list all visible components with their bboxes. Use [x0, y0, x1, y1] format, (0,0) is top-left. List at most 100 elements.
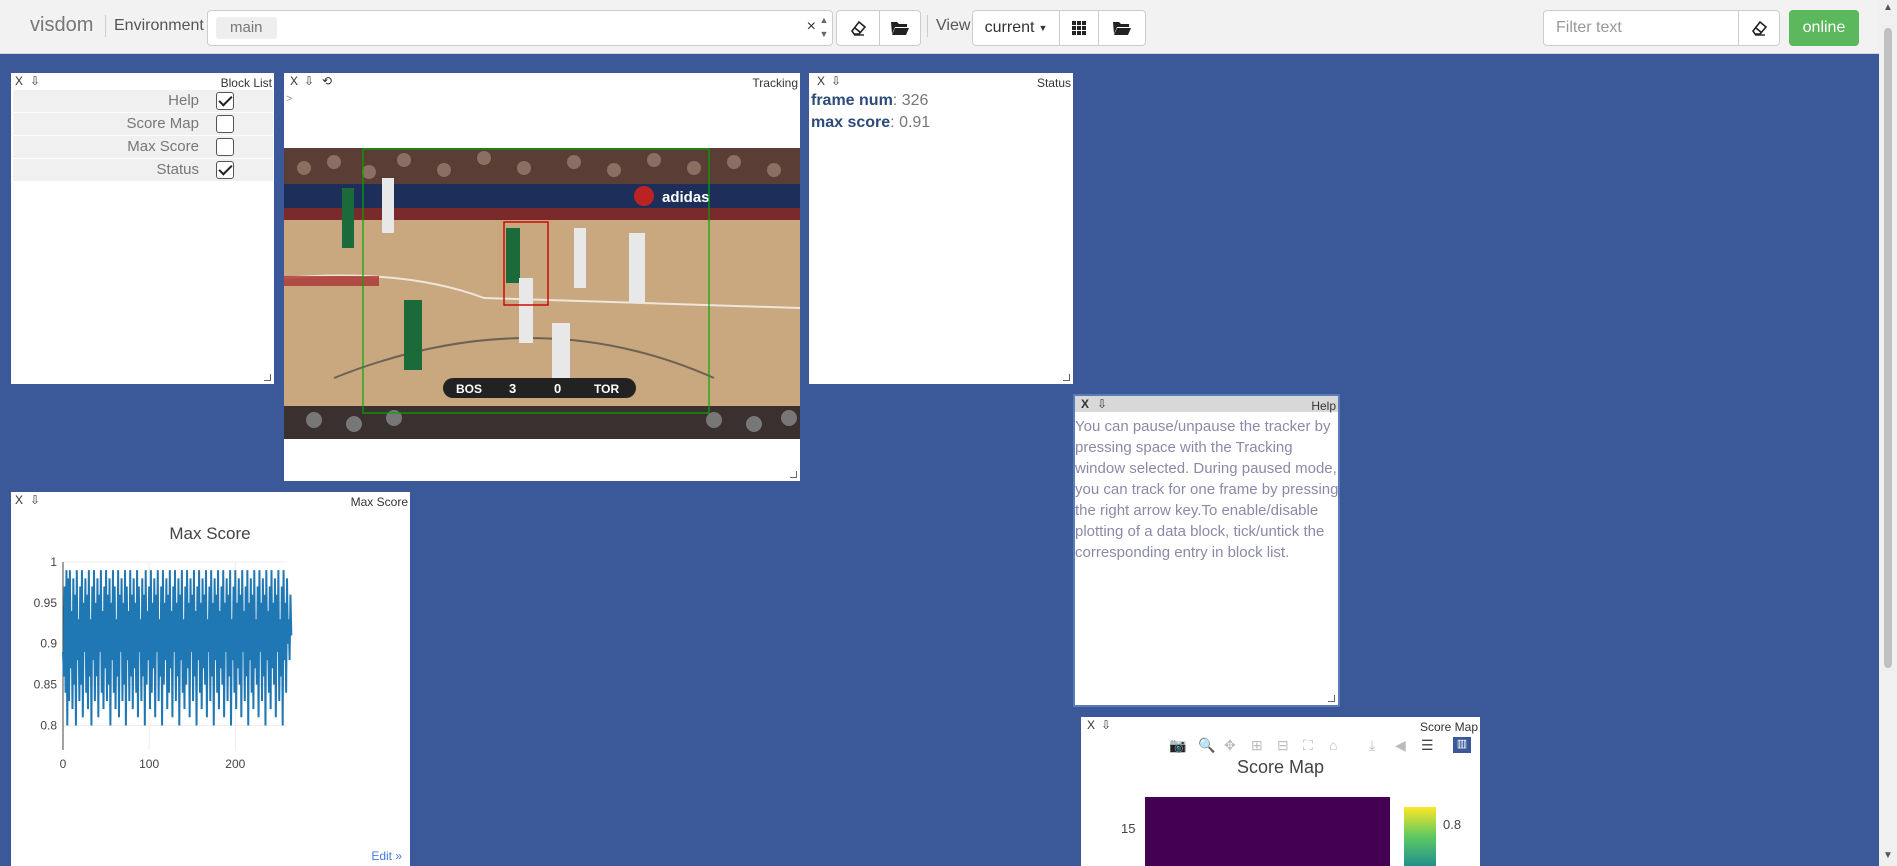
spike-icon[interactable]: ⤓: [1369, 737, 1375, 754]
pane-status[interactable]: X ⇩ Status frame num: 326 max score: 0.9…: [809, 73, 1073, 384]
block-list-item[interactable]: Help: [13, 90, 273, 113]
pane-title: Score Map: [1419, 720, 1478, 734]
view-select[interactable]: current ▼: [972, 10, 1060, 46]
pan-icon[interactable]: ✥: [1224, 737, 1236, 754]
close-icon[interactable]: X: [15, 74, 23, 88]
environment-select[interactable]: main × ▲ ▼: [207, 10, 833, 46]
colorbar-tick: 0.8: [1443, 817, 1462, 832]
resize-handle[interactable]: [1063, 374, 1070, 381]
close-icon[interactable]: X: [817, 74, 825, 88]
clear-env-button[interactable]: [836, 10, 880, 46]
resize-handle[interactable]: [1328, 695, 1335, 702]
zoom-out-icon[interactable]: ⊟: [1277, 737, 1289, 754]
repack-button[interactable]: [1059, 10, 1099, 46]
plotly-logo-icon[interactable]: ▥: [1453, 737, 1471, 753]
scoreboard-home: BOS: [456, 382, 482, 396]
autoscale-icon[interactable]: ⛶: [1303, 737, 1313, 754]
block-label: Score Map: [126, 115, 199, 132]
status-key: max score: [811, 114, 891, 131]
heatmap-ytick: 15: [1121, 821, 1136, 836]
download-icon[interactable]: ⇩: [304, 74, 314, 88]
pane-title: Status: [1036, 76, 1071, 90]
block-list-item[interactable]: Max Score: [13, 136, 273, 159]
block-list-item[interactable]: Status: [13, 159, 273, 182]
pane-title: Help: [1311, 399, 1336, 413]
clear-env-icon[interactable]: ×: [807, 18, 816, 36]
y-tick-label: 0.85: [34, 678, 58, 692]
resize-handle[interactable]: [264, 374, 271, 381]
scroll-up-icon[interactable]: ▲: [1883, 2, 1893, 13]
pane-bar: X ⇩ Score Map: [1081, 717, 1480, 734]
eraser-icon: [1752, 20, 1768, 36]
download-icon[interactable]: ⇩: [831, 74, 841, 88]
close-icon[interactable]: X: [290, 74, 298, 88]
hover-icon[interactable]: ◀: [1395, 737, 1406, 754]
pane-score-map[interactable]: X ⇩ Score Map Score Map 📷 🔍 ✥ ⊞ ⊟ ⛶ ⌂ ⤓ …: [1081, 717, 1480, 866]
tracking-frame-image: adidas BOS 3 0 TOR: [284, 148, 800, 439]
env-stepper-icon[interactable]: ▲ ▼: [818, 13, 830, 41]
scroll-down-icon[interactable]: ▼: [1883, 850, 1893, 861]
app-brand[interactable]: visdom: [30, 14, 93, 37]
manage-views-button[interactable]: [1098, 10, 1146, 46]
chart-title: Max Score: [169, 524, 250, 543]
scroll-thumb[interactable]: [1884, 28, 1892, 668]
resize-handle[interactable]: [790, 471, 797, 478]
scoreboard-home-score: 3: [509, 381, 516, 396]
pane-title: Tracking: [752, 76, 798, 90]
env-tag-main[interactable]: main: [216, 17, 277, 39]
plot-title: Score Map: [1236, 757, 1325, 777]
y-tick-label: 0.95: [34, 596, 58, 610]
series-line: [62, 570, 293, 726]
filter-input[interactable]: Filter text: [1543, 10, 1739, 46]
folder-open-icon: [1113, 22, 1131, 35]
download-icon[interactable]: ⇩: [1097, 397, 1107, 411]
edit-chart-link[interactable]: Edit »: [371, 849, 402, 863]
status-value: 0.91: [899, 114, 931, 131]
pane-tracking[interactable]: X ⇩ ⟲ Tracking > adidas BOS 3 0 TOR: [284, 73, 800, 481]
pane-bar: X ⇩ Help: [1075, 396, 1338, 413]
navbar: visdom Environment main × ▲ ▼ View curren…: [0, 0, 1897, 54]
y-tick-label: 0.9: [40, 637, 57, 651]
close-icon[interactable]: X: [1081, 397, 1089, 411]
zoom-icon[interactable]: 🔍: [1198, 737, 1215, 754]
court-banner: adidas: [662, 189, 710, 206]
view-label: View: [936, 17, 971, 34]
scoreboard-away-score: 0: [554, 381, 561, 396]
status-value: 326: [901, 92, 929, 109]
block-checkbox-score-map[interactable]: [216, 115, 234, 133]
download-icon[interactable]: ⇩: [30, 74, 40, 88]
block-label: Status: [156, 161, 199, 178]
manage-env-button[interactable]: [879, 10, 921, 46]
refresh-icon[interactable]: ⟲: [322, 74, 332, 88]
download-icon[interactable]: ⇩: [1101, 718, 1111, 732]
block-list-item[interactable]: Score Map: [13, 113, 273, 136]
zoom-in-icon[interactable]: ⊞: [1251, 737, 1263, 754]
colorbar: [1404, 807, 1436, 866]
scoreboard-away: TOR: [594, 382, 619, 396]
pane-bar: X ⇩ Block List: [11, 73, 274, 90]
divider: [105, 15, 106, 37]
close-icon[interactable]: X: [1087, 718, 1095, 732]
x-tick-label: 100: [139, 757, 159, 771]
pane-help[interactable]: X ⇩ Help You can pause/unpause the track…: [1073, 394, 1340, 707]
block-checkbox-status[interactable]: [216, 161, 234, 179]
home-icon[interactable]: ⌂: [1329, 737, 1337, 753]
folder-open-icon: [891, 22, 909, 35]
max-score-chart[interactable]: Max Score 0.8 0.85 0.9 0.95 1 0 100 200: [11, 492, 410, 866]
camera-icon[interactable]: 📷: [1169, 737, 1186, 754]
image-caret: >: [286, 93, 293, 105]
online-status-button[interactable]: online: [1789, 10, 1859, 46]
block-checkbox-help[interactable]: [216, 92, 234, 110]
view-select-value: current: [984, 19, 1035, 36]
pane-title: Block List: [220, 76, 272, 90]
help-text: You can pause/unpause the tracker by pre…: [1075, 418, 1339, 561]
pane-block-list[interactable]: X ⇩ Block List Help Score Map Max Score …: [11, 73, 274, 384]
clear-filter-button[interactable]: [1738, 10, 1780, 46]
caret-down-icon: ▼: [1038, 23, 1048, 33]
pane-max-score[interactable]: X ⇩ Max Score Max Score 0.8 0.85 0.9 0.95 1 0…: [11, 492, 410, 866]
compare-icon[interactable]: ☰: [1421, 737, 1434, 754]
page-scrollbar[interactable]: ▲ ▼: [1879, 0, 1897, 866]
block-label: Help: [168, 92, 199, 109]
pane-bar: X ⇩ Status: [809, 73, 1073, 90]
block-checkbox-max-score[interactable]: [216, 138, 234, 156]
